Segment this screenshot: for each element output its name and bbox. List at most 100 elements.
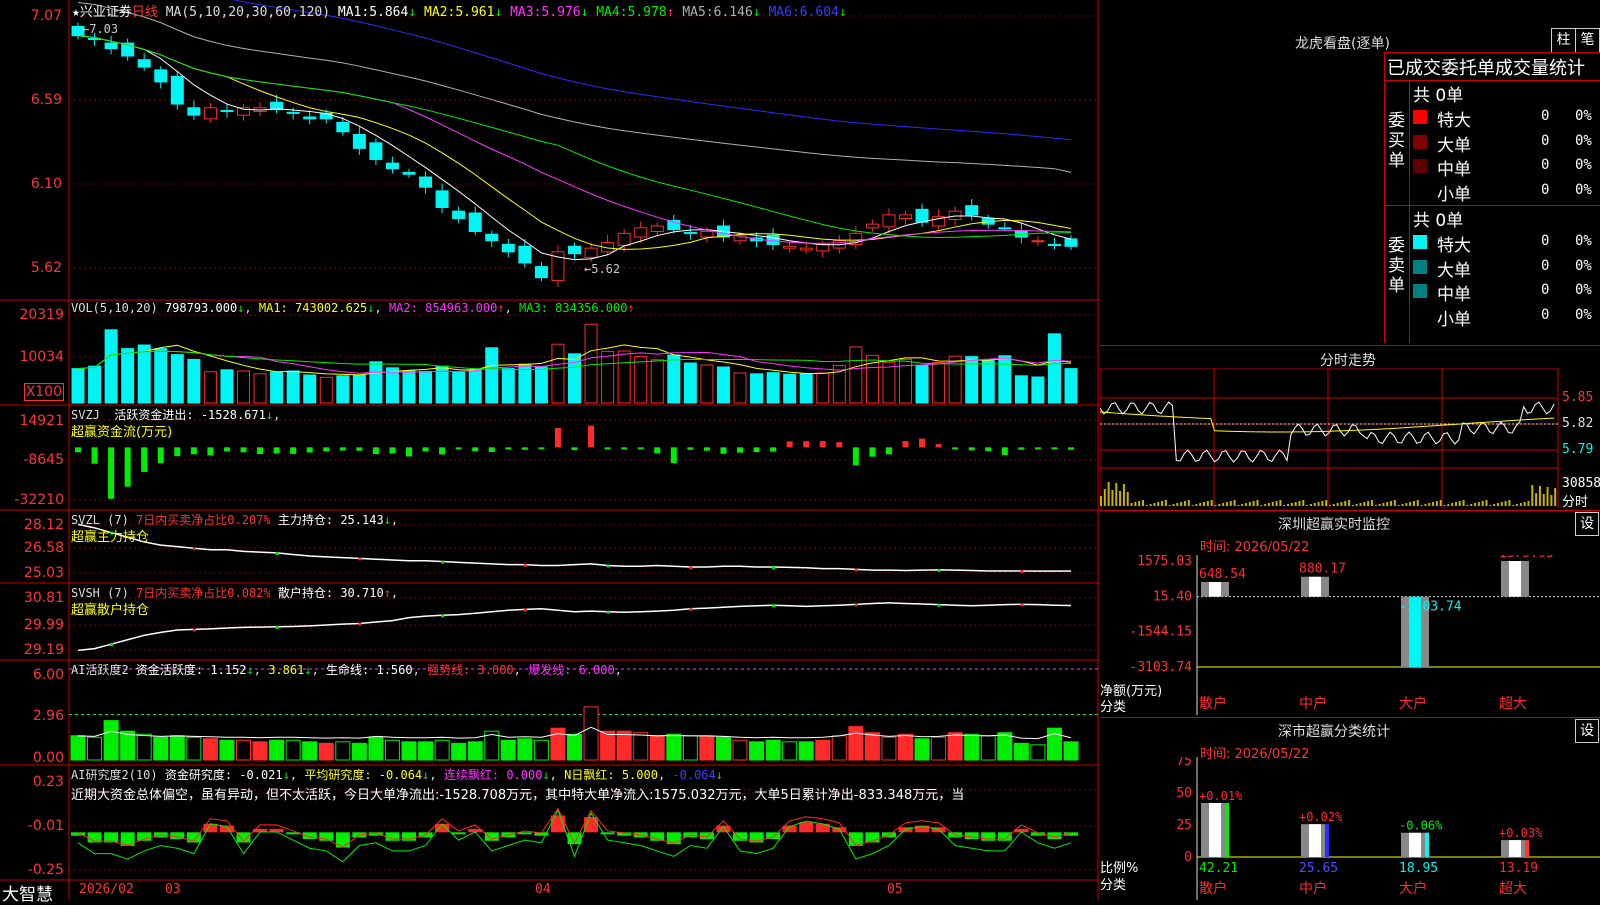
intraday-volume-bar	[1103, 489, 1106, 506]
volume-bar	[617, 350, 631, 404]
activity-bar	[715, 736, 731, 761]
holding-dot	[689, 607, 693, 611]
monitor-category: 大户	[1399, 695, 1427, 712]
volume-bar	[1064, 368, 1078, 404]
fund-flow-bar	[703, 447, 710, 451]
tick-mode-button[interactable]: 笔	[1575, 28, 1600, 53]
main-chart-area[interactable]	[0, 0, 1100, 900]
activity-bar	[699, 735, 715, 761]
volume-bar	[1014, 375, 1028, 404]
candle	[899, 214, 912, 220]
volume-bar	[551, 343, 565, 404]
volume-bar	[402, 370, 416, 404]
activity-bar	[550, 727, 566, 761]
volume-bar	[88, 365, 102, 404]
stat-chart: 75 50 25 0 +0.01% 42.21 散户 +0.02% 25.65 中户 -0.06% 1…	[1176, 757, 1600, 900]
fund-flow-bar	[621, 447, 628, 450]
intraday-chart[interactable]	[1100, 368, 1600, 508]
volume-bar	[534, 366, 548, 404]
period-label[interactable]: 日线	[132, 5, 158, 20]
fund-flow-bar	[1068, 447, 1074, 450]
ma-line-120	[231, 0, 1072, 141]
buy-row-name: 大单	[1437, 135, 1471, 156]
fund-flow-bar	[521, 447, 528, 450]
holding-dot	[1020, 569, 1024, 573]
candle	[369, 142, 383, 160]
star-icon[interactable]: ★	[72, 5, 80, 20]
fund-flow-bar	[654, 447, 661, 454]
fund-flow-bar	[488, 447, 495, 452]
sell-color-swatch	[1413, 259, 1427, 274]
intraday-volume-bar	[1451, 503, 1454, 506]
monitor-tick: -1544.15	[1129, 625, 1192, 640]
candle	[518, 245, 532, 264]
candle	[865, 223, 879, 229]
stat-settings-button[interactable]: 设	[1575, 719, 1599, 743]
intraday-volume-bar	[1393, 500, 1396, 506]
fund-flow-bar	[124, 447, 131, 487]
intraday-volume-bar	[1149, 504, 1152, 506]
activity-bar	[517, 738, 533, 761]
sell-row-count: 0	[1541, 282, 1550, 298]
candle	[915, 208, 929, 223]
sell-row-name: 大单	[1437, 260, 1471, 281]
intraday-volume-bar	[1122, 484, 1125, 506]
stat-change-label: -0.06%	[1399, 819, 1443, 833]
monitor-xlabel: 分类	[1100, 700, 1127, 715]
vol-tick: 10034	[19, 349, 64, 365]
ai-activity-panel	[69, 668, 1098, 761]
volume-bar	[468, 368, 482, 404]
intraday-volume-bar	[1225, 502, 1228, 506]
fund-flow-bar	[985, 447, 992, 452]
stat-bar-edge	[1425, 832, 1429, 857]
activity-bar	[831, 735, 847, 761]
volume-bar	[303, 374, 317, 404]
intraday-volume-bar	[1344, 501, 1347, 506]
buy-row-count: 0	[1541, 132, 1550, 149]
activity-bar	[1046, 727, 1062, 761]
fund-flow-bar	[554, 428, 561, 448]
right-sidebar: 龙虎看盘(逐单) 柱 笔 已成交委托单成交量统计 委买单 委卖单 共 0单 特大 0…	[1100, 0, 1600, 900]
monitor-time: 时间: 2026/05/22	[1200, 540, 1310, 555]
vol-legend: VOL(5,10,20) 798793.000↓, MA1: 743002.62…	[71, 301, 635, 315]
monitor-settings-button[interactable]: 设	[1575, 512, 1599, 536]
sell-row-count: 0	[1541, 257, 1550, 274]
stat-bar-highlight	[1409, 832, 1421, 857]
fund-flow-bar	[389, 447, 396, 454]
sell-total: 共 0单	[1413, 211, 1464, 231]
fund-flow-bar	[439, 447, 446, 455]
volume-bar	[1031, 376, 1045, 404]
svzj-tick: 14921	[19, 413, 64, 429]
x-tick: 03	[165, 882, 181, 897]
lhb-title: 龙虎看盘(逐单)	[1295, 36, 1390, 52]
activity-bar	[649, 735, 665, 761]
holding-dot	[854, 603, 858, 607]
research-bar	[799, 822, 814, 833]
intraday-volume-bar	[1153, 503, 1156, 506]
stat-tick: 75	[1176, 757, 1192, 769]
volume-bar	[667, 354, 681, 404]
holding-dot	[523, 563, 527, 567]
fund-flow-bar	[571, 447, 578, 451]
intraday-volume-bar	[1462, 500, 1465, 506]
volume-bar	[154, 348, 168, 404]
fenshi-tick: 5.85	[1562, 390, 1594, 405]
candle	[419, 176, 433, 188]
stock-name[interactable]: 兴业证券	[80, 5, 132, 20]
candle	[1047, 243, 1061, 246]
fund-flow-bar	[306, 447, 313, 453]
fund-flow-bar	[91, 447, 98, 464]
activity-bar	[782, 741, 798, 761]
activity-bar	[583, 706, 599, 761]
bar-mode-button[interactable]: 柱	[1551, 28, 1576, 53]
activity-bar	[848, 726, 864, 761]
fund-flow-bar	[968, 447, 975, 451]
intraday-volume-bar	[1378, 504, 1381, 506]
stat-bar-highlight	[1209, 802, 1221, 857]
intraday-volume-bar	[1134, 502, 1137, 506]
intraday-volume-bar	[1531, 485, 1534, 506]
activity-bar	[997, 732, 1013, 761]
activity-bar	[964, 733, 980, 761]
volume-bar	[121, 348, 135, 404]
ai2-tick: -0.01	[27, 818, 64, 834]
